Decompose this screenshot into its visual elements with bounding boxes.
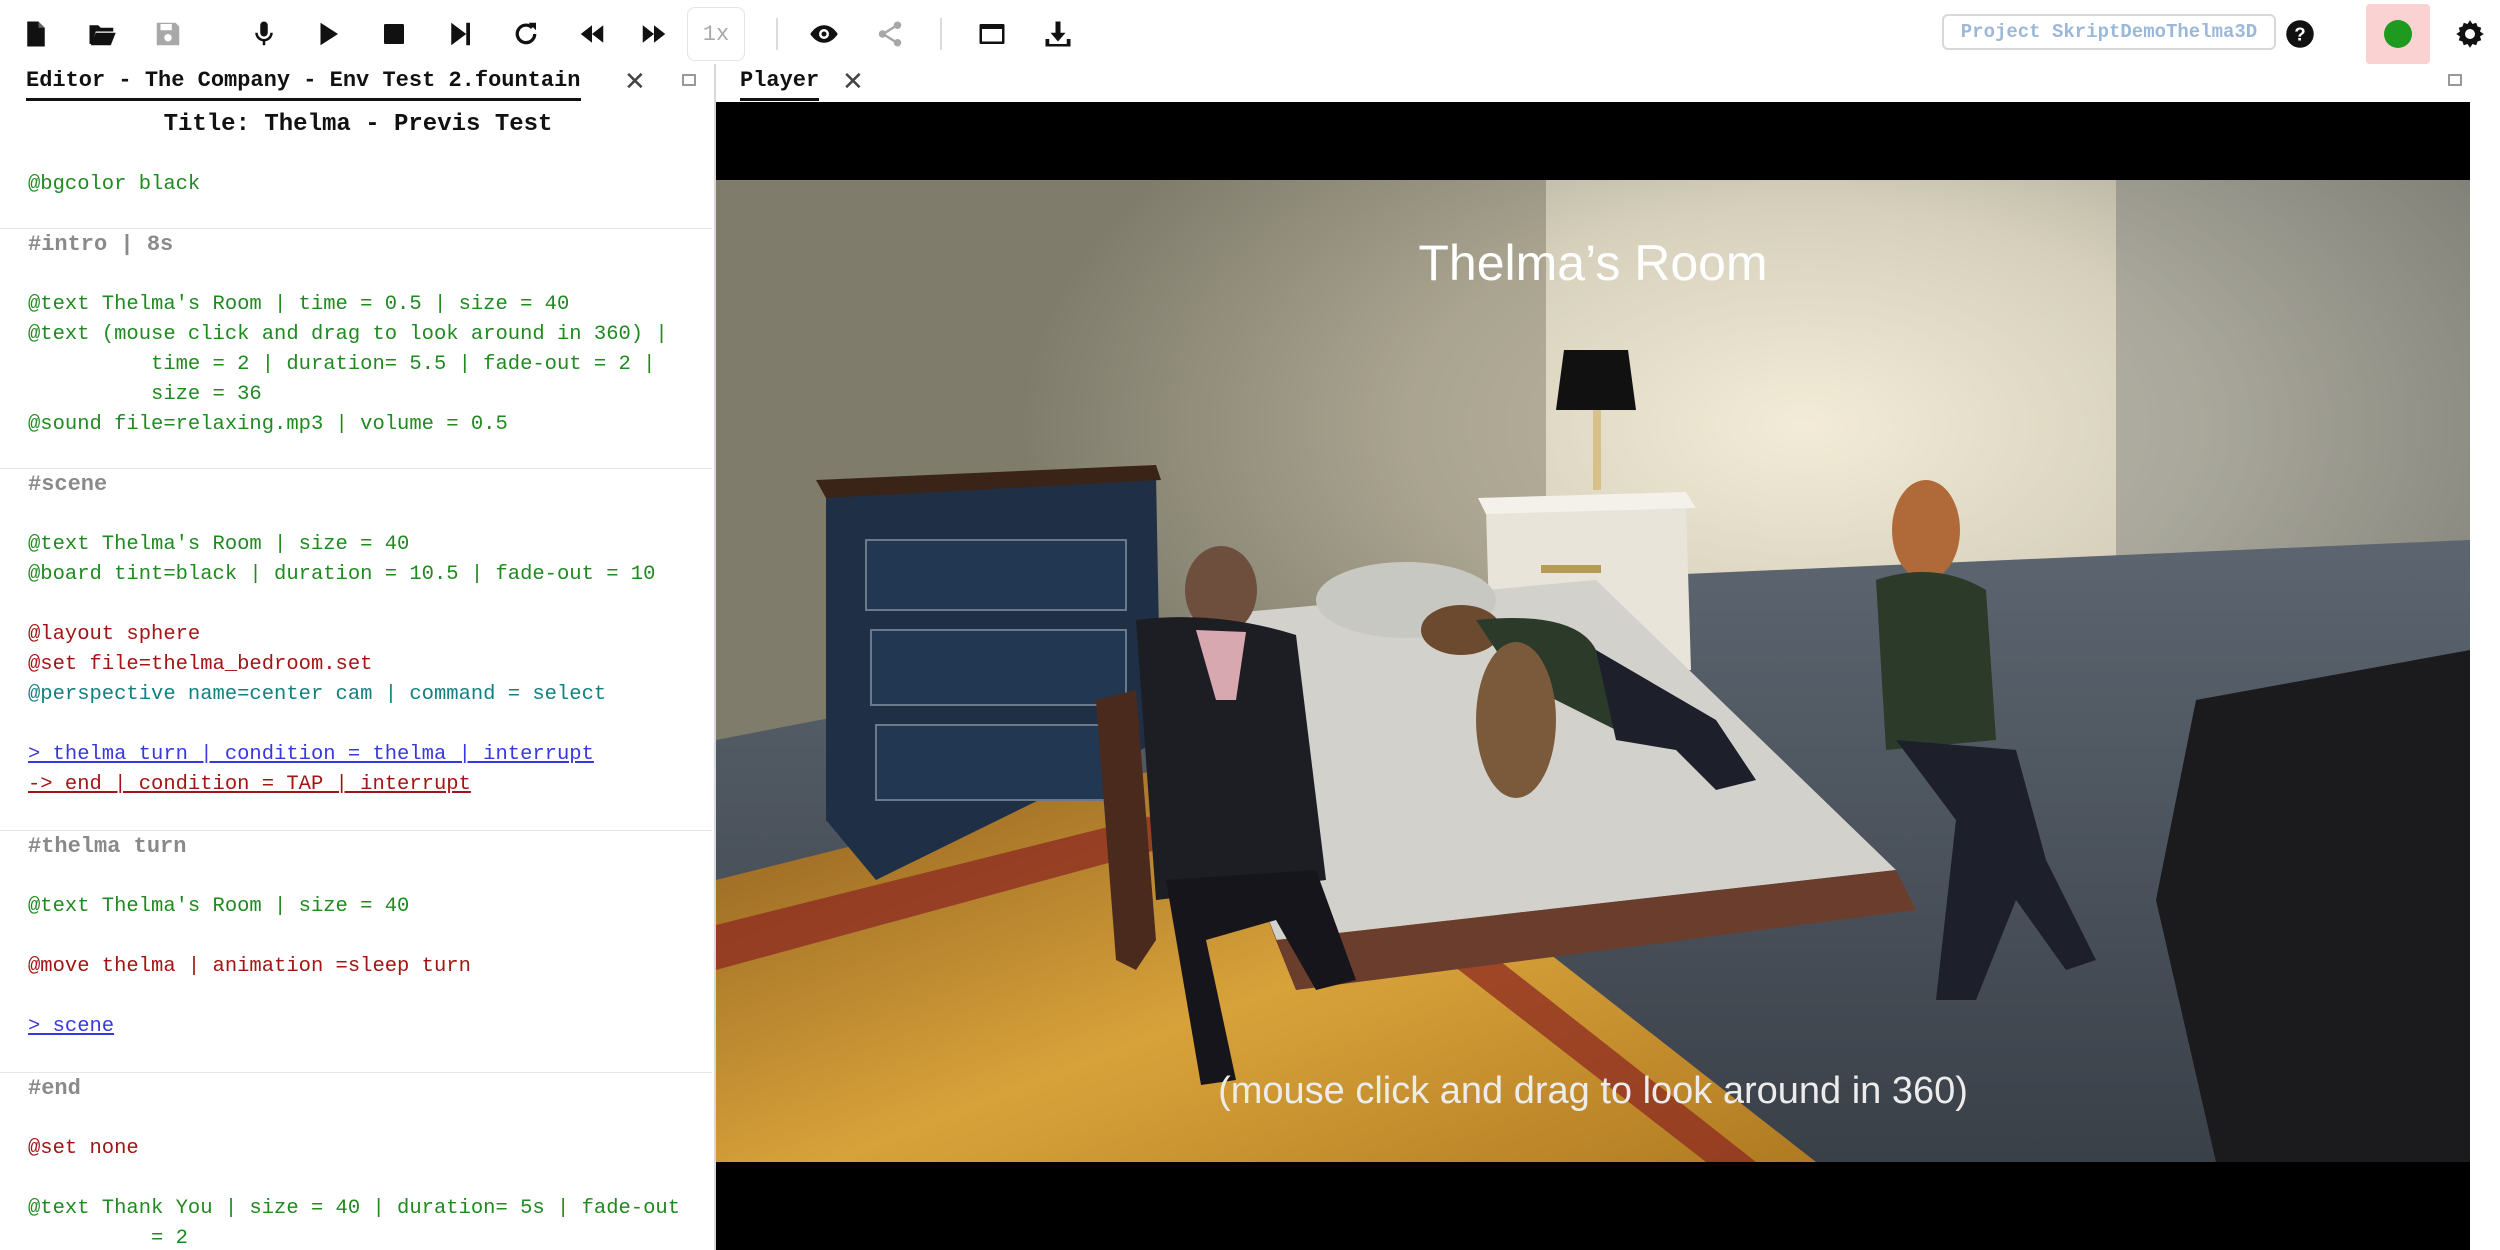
editor-close-icon[interactable]: ✕ [624, 68, 646, 94]
goto-link-end[interactable]: -> end | condition = TAP | interrupt [28, 770, 471, 800]
gear-icon[interactable] [2446, 10, 2494, 58]
project-label[interactable]: Project SkriptDemoThelma3D [1942, 14, 2276, 50]
code-line: @move thelma | animation =sleep turn [28, 955, 471, 978]
code-line: @text Thelma's Room | size = 40 [28, 895, 410, 918]
section-heading-scene: #scene [28, 472, 108, 497]
section-divider [0, 1072, 712, 1073]
play-icon[interactable] [304, 10, 352, 58]
section-heading-thelma-turn: #thelma turn [28, 834, 187, 859]
section-divider [0, 228, 712, 229]
player-overlay-title: Thelma’s Room [1418, 235, 1768, 291]
toolbar: 1x Project SkriptDemoThelma3D ? [0, 0, 2500, 68]
save-icon[interactable] [144, 10, 192, 58]
code-line: @text (mouse click and drag to look arou… [28, 323, 668, 346]
code-line: = 2 [28, 1227, 188, 1250]
code-line: @perspective name=center cam | command =… [28, 683, 607, 706]
player-maximize-icon[interactable] [2448, 74, 2462, 86]
scene-render[interactable] [716, 180, 2470, 1162]
script-title: Title: Thelma - Previs Test [163, 111, 553, 138]
code-line: @text Thank You | size = 40 | duration= … [28, 1197, 681, 1220]
share-icon[interactable] [866, 10, 914, 58]
code-line: @board tint=black | duration = 10.5 | fa… [28, 563, 656, 586]
code-line: @bgcolor black [28, 173, 201, 196]
code-line: @set none [28, 1137, 139, 1160]
open-folder-icon[interactable] [78, 10, 126, 58]
step-forward-icon[interactable] [436, 10, 484, 58]
svg-text:?: ? [2294, 23, 2305, 44]
reload-icon[interactable] [502, 10, 550, 58]
help-icon[interactable]: ? [2276, 10, 2324, 58]
fast-forward-icon[interactable] [630, 10, 678, 58]
tab-player[interactable]: Player [740, 66, 820, 101]
player-overlay-subtitle: (mouse click and drag to look around in … [1218, 1070, 1968, 1112]
code-line: @text Thelma's Room | time = 0.5 | size … [28, 293, 570, 316]
microphone-icon[interactable] [240, 10, 288, 58]
window-icon[interactable] [968, 10, 1016, 58]
stop-icon[interactable] [370, 10, 418, 58]
tab-editor[interactable]: Editor - The Company - Env Test 2.founta… [26, 66, 581, 101]
code-line: @sound file=relaxing.mp3 | volume = 0.5 [28, 413, 508, 436]
player-close-icon[interactable]: ✕ [842, 68, 864, 94]
code-line: @text Thelma's Room | size = 40 [28, 533, 410, 556]
toolbar-separator [776, 18, 778, 50]
code-line: @layout sphere [28, 623, 201, 646]
status-dot [2384, 20, 2412, 48]
section-divider [0, 830, 712, 831]
speed-selector[interactable]: 1x [687, 7, 745, 61]
code-line: time = 2 | duration= 5.5 | fade-out = 2 … [28, 353, 656, 376]
code-line: size = 36 [28, 383, 262, 406]
editor-maximize-icon[interactable] [682, 74, 696, 86]
toolbar-separator [940, 18, 942, 50]
goto-link-thelma-turn[interactable]: > thelma turn | condition = thelma | int… [28, 740, 594, 770]
bedroom-scene-image [716, 180, 2470, 1162]
rewind-icon[interactable] [568, 10, 616, 58]
section-heading-intro: #intro | 8s [28, 232, 174, 257]
goto-link-scene[interactable]: > scene [28, 1012, 114, 1042]
section-divider [0, 468, 712, 469]
new-file-icon[interactable] [12, 10, 60, 58]
status-indicator[interactable] [2366, 4, 2430, 64]
script-editor[interactable]: Title: Thelma - Previs Test @bgcolor bla… [0, 102, 716, 1250]
section-heading-end: #end [28, 1076, 81, 1101]
download-icon[interactable] [1034, 10, 1082, 58]
eye-icon[interactable] [800, 10, 848, 58]
code-line: @set file=thelma_bedroom.set [28, 653, 373, 676]
player-viewport[interactable]: Thelma’s Room (mouse click and drag to l… [716, 102, 2470, 1250]
